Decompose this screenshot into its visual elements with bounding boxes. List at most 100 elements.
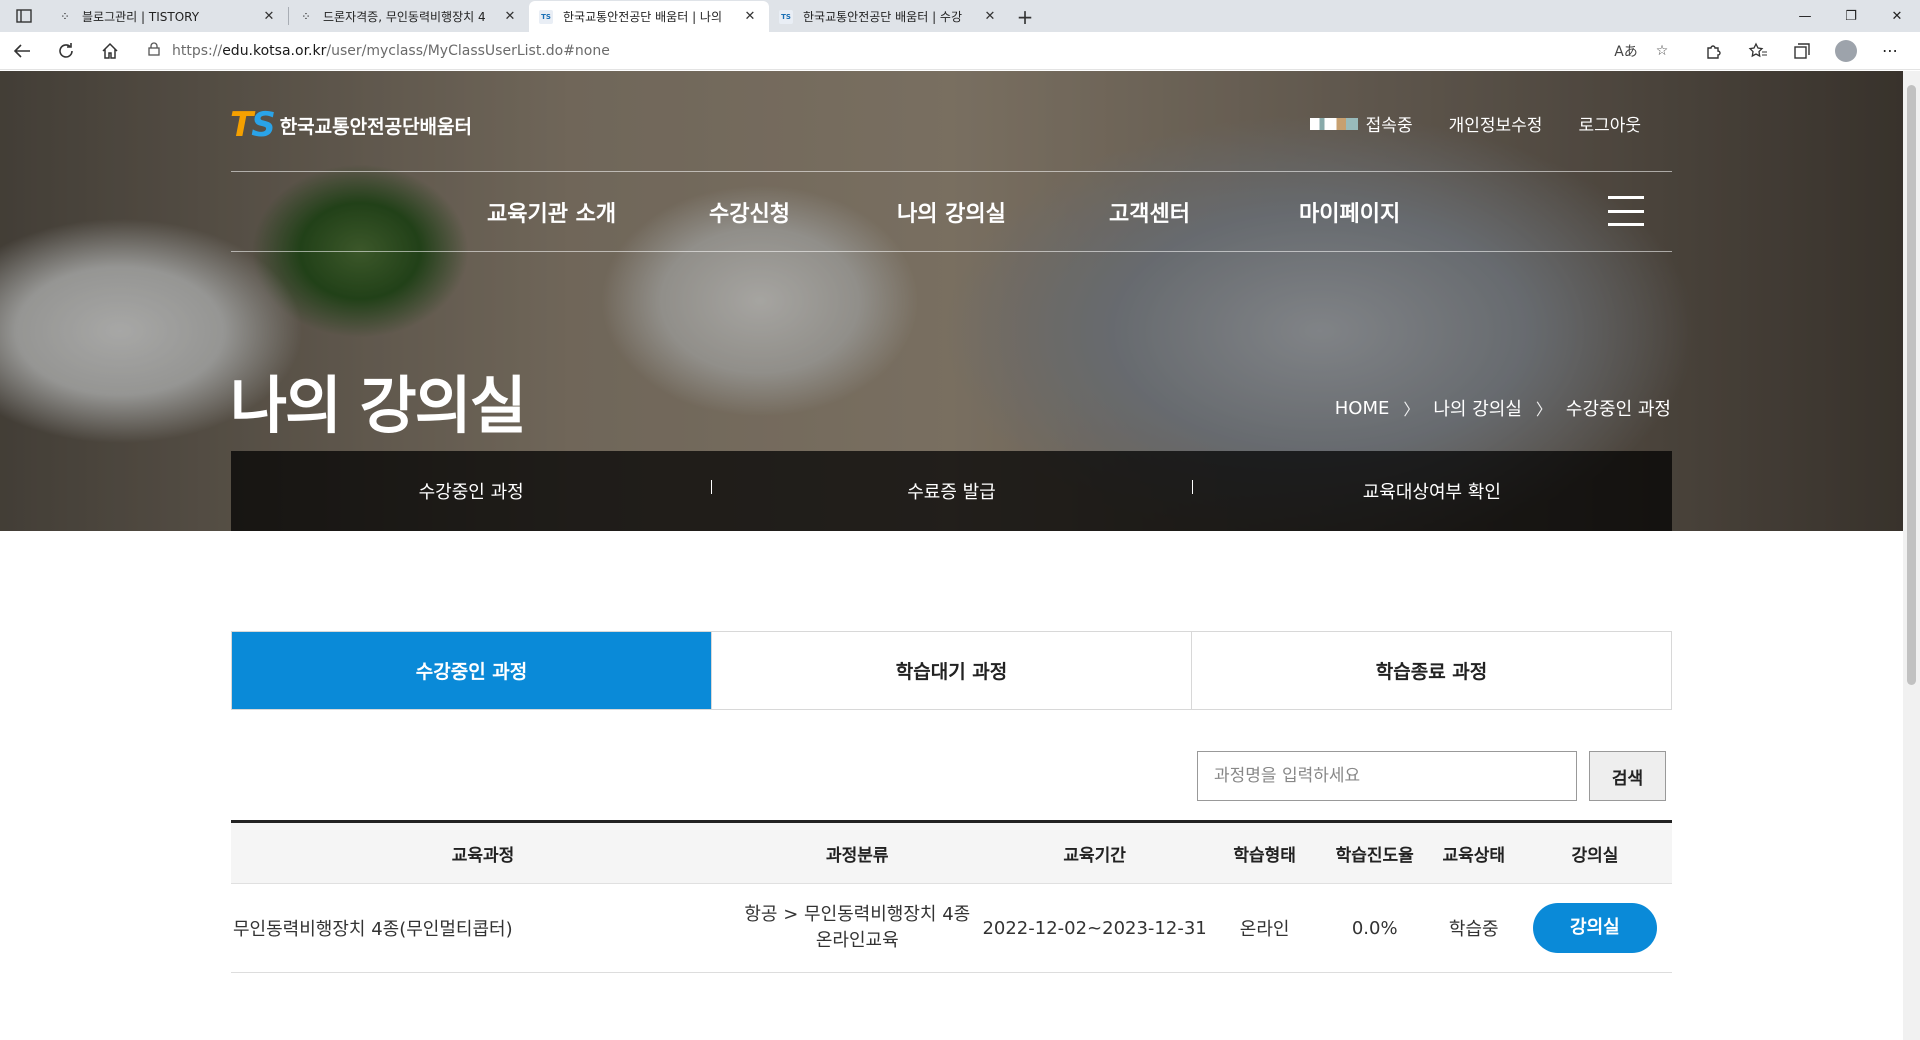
site-logo[interactable]: TS 한국교통안전공단배움터	[230, 105, 472, 145]
breadcrumb-my-classroom[interactable]: 나의 강의실	[1433, 395, 1522, 421]
search-input[interactable]	[1197, 751, 1577, 801]
favorite-star-icon[interactable]: ☆	[1644, 43, 1680, 59]
lock-icon	[148, 41, 160, 60]
url-text: https://edu.kotsa.or.kr/user/myclass/MyC…	[172, 43, 1608, 59]
col-header-progress: 학습진도율	[1335, 845, 1414, 866]
close-tab-icon[interactable]: ✕	[741, 9, 759, 24]
tab-completed[interactable]: 학습종료 과정	[1191, 632, 1671, 709]
course-status-tabs: 수강중인 과정 학습대기 과정 학습종료 과정	[231, 631, 1672, 710]
browser-tab-title: 한국교통안전공단 배움터 | 수강	[803, 10, 963, 24]
address-bar-row: https://edu.kotsa.or.kr/user/myclass/MyC…	[0, 32, 1920, 70]
site-name: 한국교통안전공단배움터	[279, 115, 472, 138]
close-tab-icon[interactable]: ✕	[501, 9, 519, 24]
cell-classroom: 강의실	[1518, 884, 1672, 973]
nav-item-enroll[interactable]: 수강신청	[709, 196, 897, 228]
browser-tab-title: 드론자격증, 무인동력비행장치 4	[323, 10, 486, 24]
page-viewport: TS 한국교통안전공단배움터 접속중 개인정보수정 로그아웃 교육기관 소개 수…	[0, 71, 1903, 1040]
hero-banner: TS 한국교통안전공단배움터 접속중 개인정보수정 로그아웃 교육기관 소개 수…	[0, 71, 1903, 531]
url-path: /user/myclass/MyClassUserList.do#none	[326, 42, 610, 59]
table-row: 무인동력비행장치 4종(무인멀티콥터) 항공 > 무인동력비행장치 4종 온라인…	[231, 884, 1672, 973]
breadcrumb-current[interactable]: 수강중인 과정	[1566, 395, 1671, 421]
subnav-item-current-courses[interactable]: 수강중인 과정	[231, 478, 711, 504]
back-icon[interactable]	[0, 32, 44, 70]
minimize-icon[interactable]: —	[1782, 0, 1828, 32]
browser-tab[interactable]: TS 한국교통안전공단 배움터 | 수강 ✕	[769, 1, 1009, 32]
restore-icon[interactable]: ❐	[1828, 0, 1874, 32]
browser-tab-active[interactable]: TS 한국교통안전공단 배움터 | 나의 ✕	[529, 1, 769, 32]
browser-tab-title: 한국교통안전공단 배움터 | 나의	[563, 10, 723, 24]
browser-tab[interactable]: ⁘ 블로그관리 | TISTORY ✕	[48, 1, 288, 32]
more-menu-icon[interactable]: ⋯	[1868, 32, 1912, 70]
window-controls: — ❐ ✕	[1782, 0, 1920, 32]
avatar	[1835, 39, 1857, 62]
login-status: 접속중	[1309, 111, 1413, 136]
ts-logo-mark: TS	[230, 105, 276, 145]
url-host: edu.kotsa.or.kr	[222, 42, 327, 59]
cell-progress: 0.0%	[1351, 917, 1398, 939]
cell-status: 학습중	[1448, 919, 1499, 940]
read-aloud-icon[interactable]: Aあ	[1608, 41, 1644, 61]
refresh-icon[interactable]	[44, 32, 88, 70]
utility-menu: 접속중 개인정보수정 로그아웃	[1309, 111, 1641, 136]
course-table: 교육과정 과정분류 교육기간 학습형태 학습진도율 교육상태 강의실 무인동력비…	[231, 820, 1672, 973]
close-tab-icon[interactable]: ✕	[260, 9, 278, 24]
course-search: 검색	[231, 751, 1672, 801]
tistory-icon: ⁘	[61, 12, 69, 21]
col-header-status: 교육상태	[1442, 845, 1506, 866]
url-scheme: https://	[172, 42, 223, 59]
extensions-icon[interactable]	[1692, 32, 1736, 70]
browser-tab[interactable]: ⁘ 드론자격증, 무인동력비행장치 4 ✕	[289, 1, 529, 32]
nav-item-support[interactable]: 고객센터	[1109, 196, 1299, 228]
login-status-text: 접속중	[1365, 116, 1413, 136]
new-tab-icon[interactable]: +	[1009, 1, 1041, 32]
col-header-category: 과정분류	[826, 845, 889, 866]
page-title: 나의 강의실	[230, 369, 527, 442]
ts-icon: TS	[779, 9, 793, 24]
main-navigation: 교육기관 소개 수강신청 나의 강의실 고객센터 마이페이지	[231, 171, 1672, 252]
browser-tab-title: 블로그관리 | TISTORY	[82, 10, 200, 24]
cell-type: 온라인	[1239, 919, 1290, 940]
col-header-period: 교육기간	[1063, 845, 1126, 866]
edit-profile-link[interactable]: 개인정보수정	[1449, 111, 1543, 136]
close-tab-icon[interactable]: ✕	[981, 9, 999, 24]
breadcrumb: HOME 〉 나의 강의실 〉 수강중인 과정	[1335, 395, 1671, 421]
table-header-row: 교육과정 과정분류 교육기간 학습형태 학습진도율 교육상태 강의실	[231, 821, 1672, 884]
address-field[interactable]: https://edu.kotsa.or.kr/user/myclass/MyC…	[136, 35, 1692, 66]
profile-icon[interactable]	[1824, 32, 1868, 70]
cell-period: 2022-12-02~2023-12-31	[982, 917, 1207, 939]
home-icon[interactable]	[88, 32, 132, 70]
category-mode: 온라인교육	[815, 930, 899, 951]
favorites-icon[interactable]	[1736, 32, 1780, 70]
cell-category: 항공 > 무인동력비행장치 4종 온라인교육	[735, 884, 980, 973]
scrollbar-thumb[interactable]	[1907, 85, 1916, 685]
col-header-course: 교육과정	[451, 845, 515, 866]
nav-item-about[interactable]: 교육기관 소개	[487, 196, 709, 228]
sub-navigation: 수강중인 과정 수료증 발급 교육대상여부 확인	[231, 451, 1672, 531]
category-path: 항공 > 무인동력비행장치 4종	[744, 904, 971, 925]
subnav-item-eligibility-check[interactable]: 교육대상여부 확인	[1191, 478, 1672, 504]
user-badge-icon	[1309, 117, 1358, 130]
breadcrumb-home[interactable]: HOME	[1335, 398, 1390, 419]
chevron-right-icon: 〉	[1535, 400, 1552, 419]
col-header-type: 학습형태	[1233, 845, 1296, 866]
tab-waiting[interactable]: 학습대기 과정	[711, 632, 1191, 709]
ts-icon: TS	[539, 9, 553, 24]
close-window-icon[interactable]: ✕	[1874, 0, 1920, 32]
nav-item-my-classroom[interactable]: 나의 강의실	[897, 196, 1109, 228]
page-scrollbar[interactable]	[1903, 71, 1920, 1040]
browser-tab-strip: ⁘ 블로그관리 | TISTORY ✕ ⁘ 드론자격증, 무인동력비행장치 4 …	[0, 0, 1920, 32]
search-button[interactable]: 검색	[1589, 751, 1666, 801]
logo-mark-t: T	[230, 105, 253, 145]
cell-course: 무인동력비행장치 4종(무인멀티콥터)	[233, 919, 513, 940]
logout-link[interactable]: 로그아웃	[1578, 111, 1641, 136]
logo-mark-s: S	[251, 105, 275, 145]
hamburger-menu-icon[interactable]	[1608, 196, 1644, 226]
tab-in-progress[interactable]: 수강중인 과정	[232, 632, 711, 709]
tab-actions-icon[interactable]	[0, 0, 48, 32]
subnav-item-certificate[interactable]: 수료증 발급	[711, 478, 1191, 504]
tistory-icon: ⁘	[302, 12, 310, 21]
nav-item-mypage[interactable]: 마이페이지	[1299, 196, 1400, 228]
collections-icon[interactable]	[1780, 32, 1824, 70]
enter-classroom-button[interactable]: 강의실	[1532, 903, 1657, 953]
col-header-classroom: 강의실	[1571, 845, 1619, 866]
